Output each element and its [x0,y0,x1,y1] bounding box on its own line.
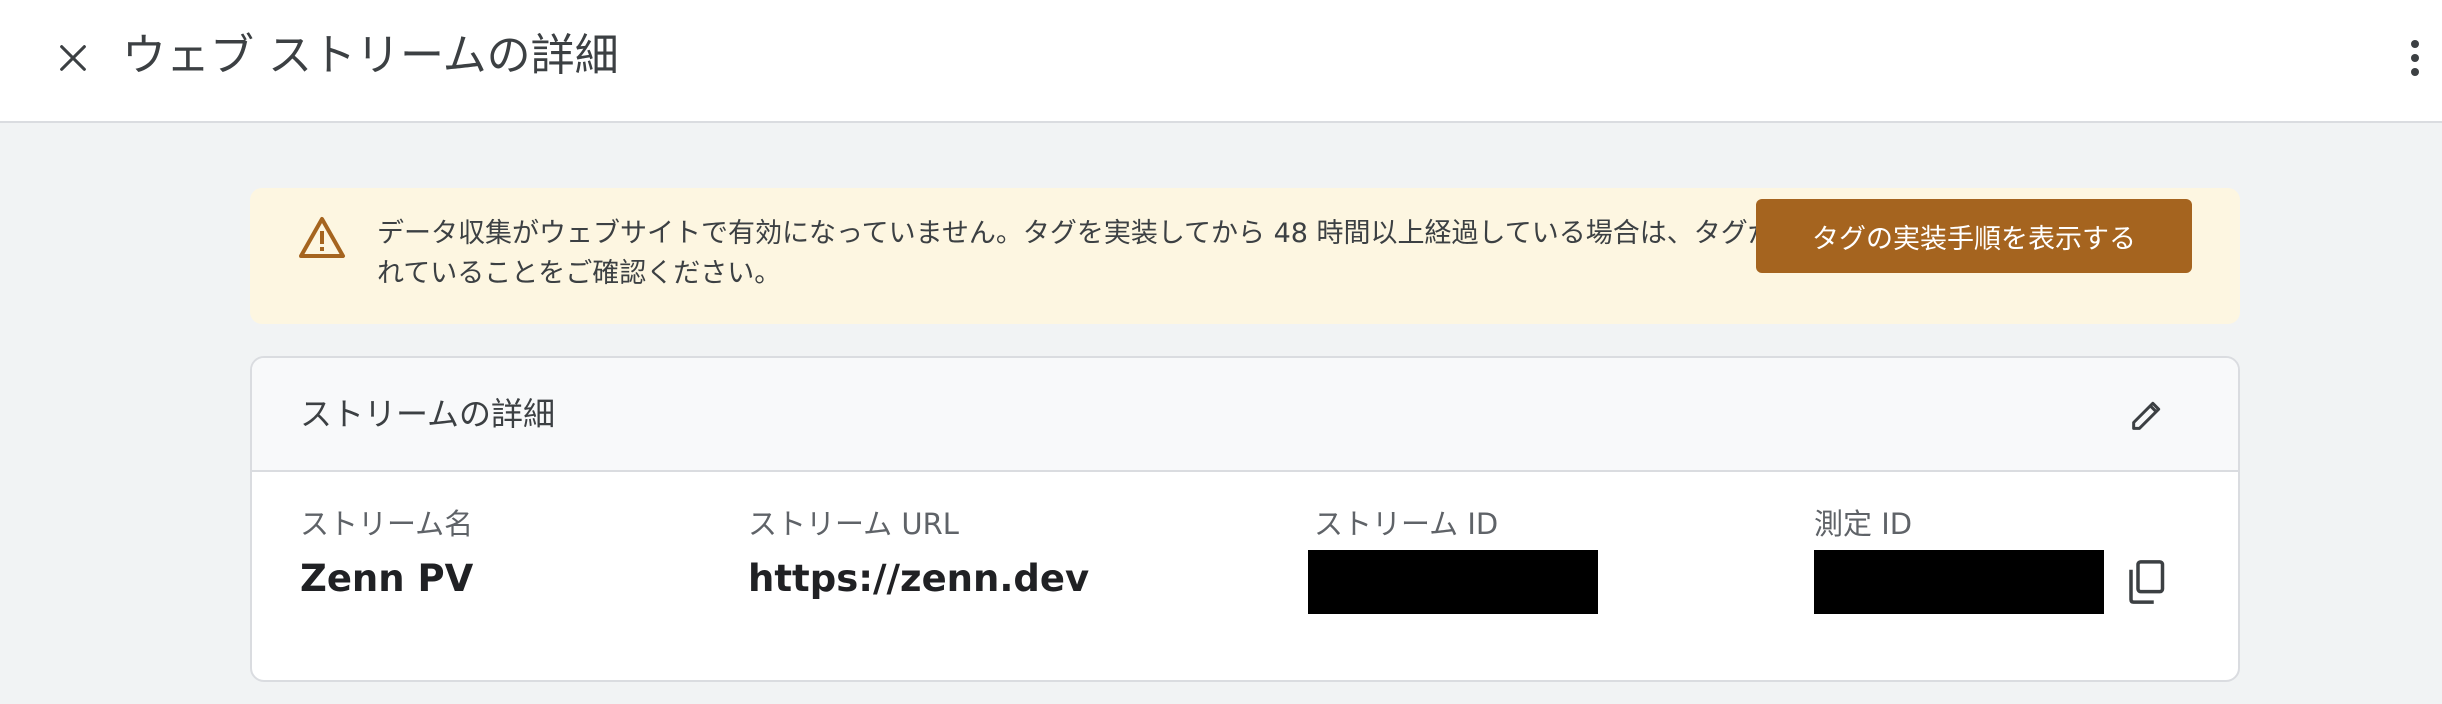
show-tag-instructions-button[interactable]: タグの実装手順を表示する [1756,199,2192,273]
stream-id-label: ストリーム ID [1314,507,1499,541]
copy-icon [2129,560,2165,604]
edit-button[interactable] [2120,388,2174,442]
more-vert-icon [2411,40,2419,76]
card-header: ストリームの詳細 [252,358,2238,472]
warning-banner: データ収集がウェブサイトで有効になっていません。タグを実装してから 48 時間以… [250,188,2240,324]
top-bar: ウェブ ストリームの詳細 [0,0,2442,123]
close-icon [60,45,86,71]
stream-name-value: Zenn PV [300,557,474,600]
page-title: ウェブ ストリームの詳細 [122,30,619,81]
close-button[interactable] [50,35,96,81]
warning-icon [299,217,345,258]
stream-url-label: ストリーム URL [748,507,959,541]
measurement-id-redacted [1814,550,2104,614]
copy-measurement-id-button[interactable] [2118,554,2172,610]
measurement-id-label: 測定 ID [1814,507,1913,541]
card-title: ストリームの詳細 [300,395,556,433]
more-options-button[interactable] [2400,30,2430,86]
banner-message: データ収集がウェブサイトで有効になっていません。タグを実装してから 48 時間以… [377,218,1937,289]
edit-icon [2132,401,2161,430]
stream-id-redacted [1308,550,1598,614]
stream-details-card: ストリームの詳細 ストリーム名 Zenn PV ストリーム URL https:… [250,356,2240,682]
stream-name-label: ストリーム名 [300,507,474,541]
stream-url-value: https://zenn.dev [748,557,1090,600]
